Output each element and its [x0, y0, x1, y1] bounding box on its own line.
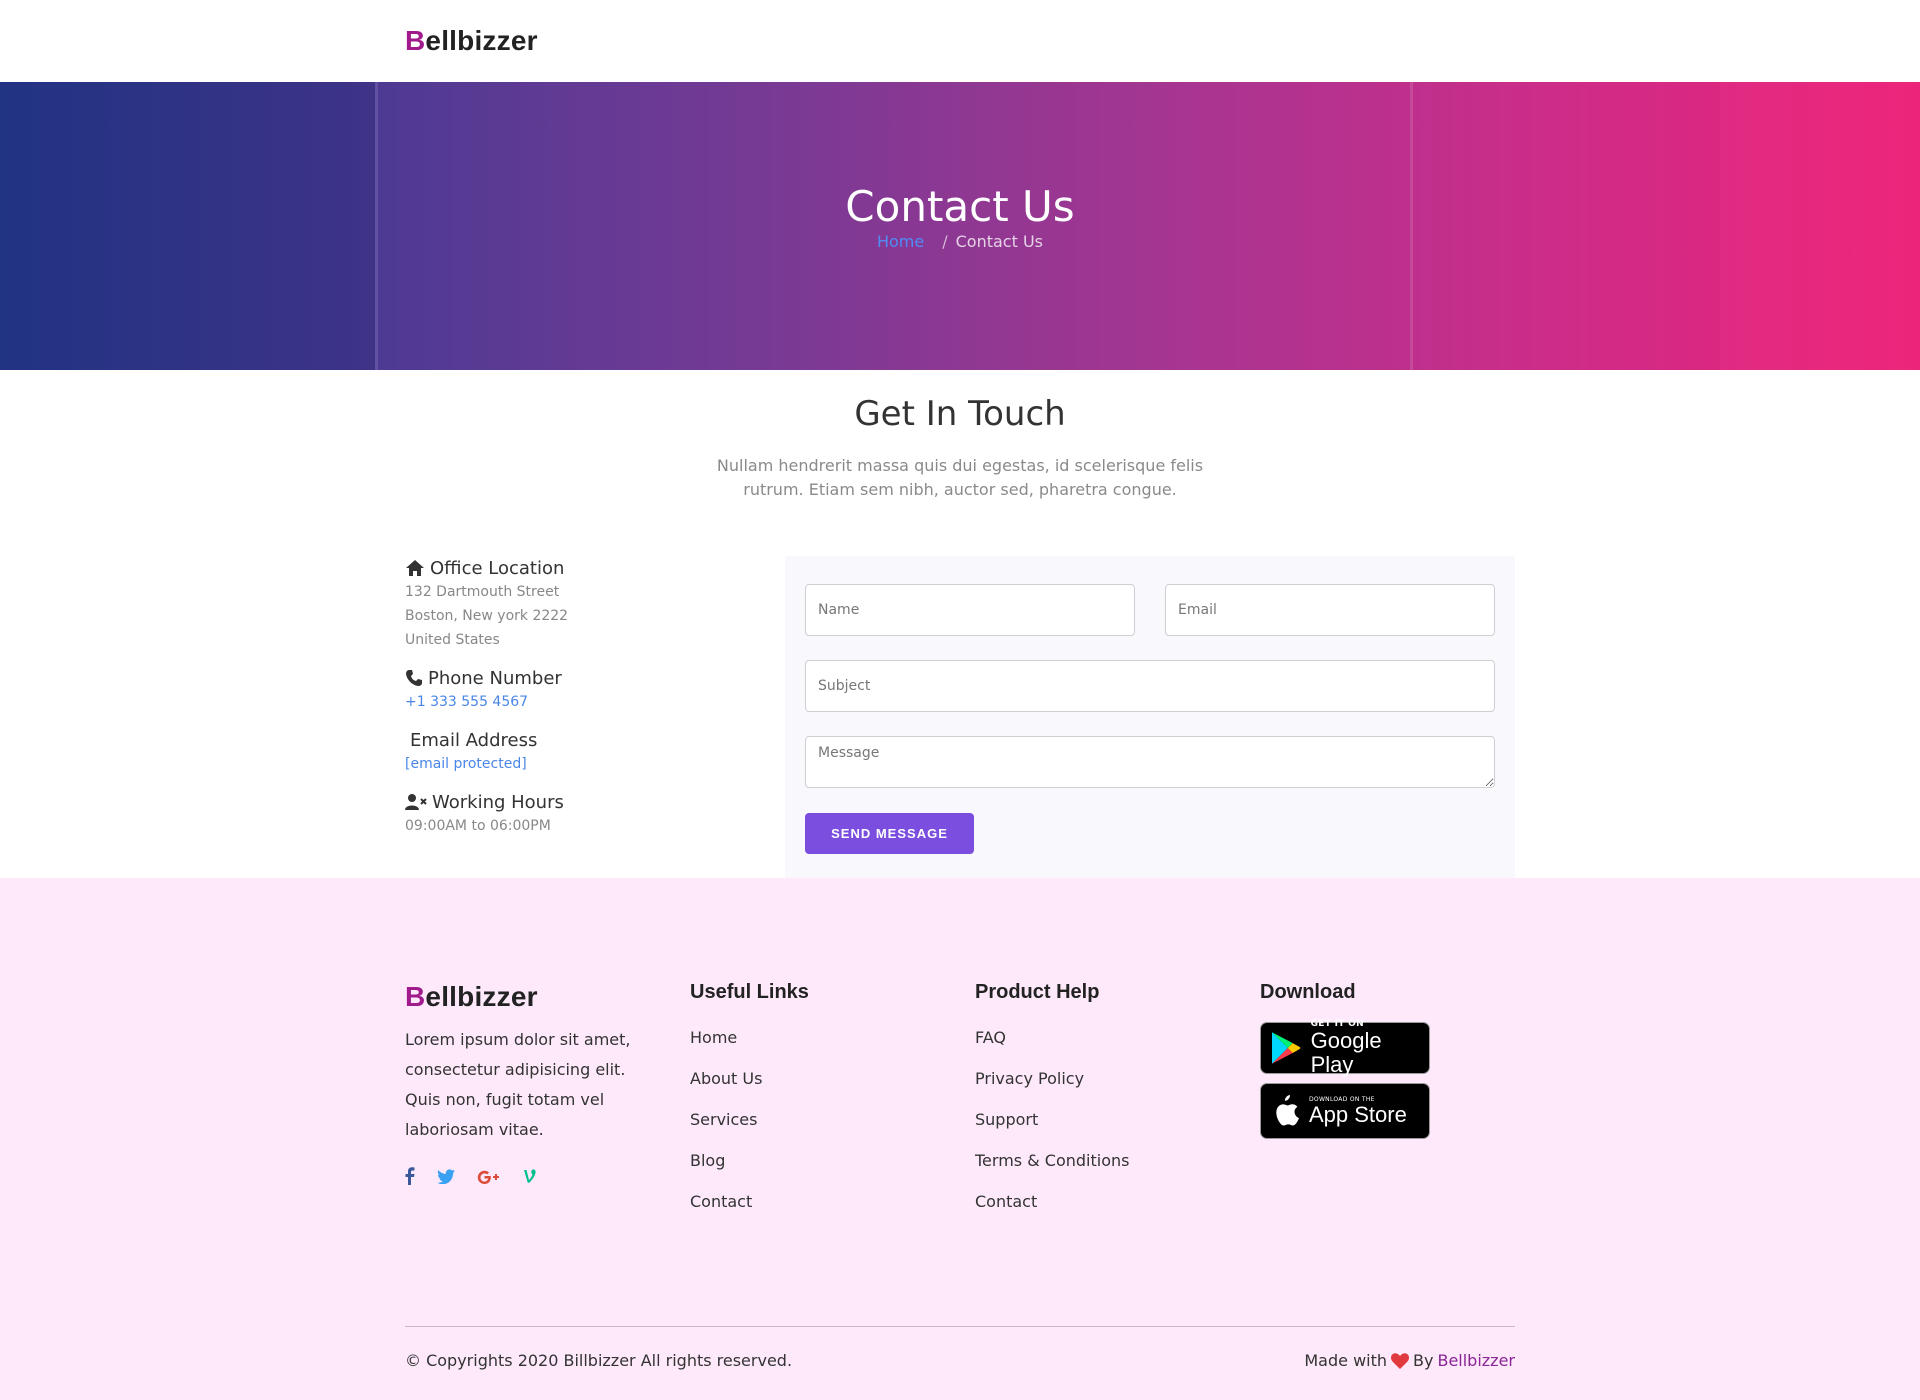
send-message-button[interactable]: SEND MESSAGE	[805, 813, 974, 854]
email-label: Email Address	[410, 729, 538, 751]
email-input[interactable]	[1165, 584, 1495, 636]
made-with-text: Made with	[1304, 1351, 1388, 1370]
product-help-column: Product Help FAQ Privacy Policy Support …	[975, 981, 1129, 1232]
made-with-credit: Made with By Bellbizzer	[1304, 1351, 1515, 1370]
subject-input[interactable]	[805, 660, 1495, 712]
contact-form: SEND MESSAGE	[785, 556, 1515, 878]
phone-icon	[406, 670, 422, 686]
section-title: Get In Touch	[854, 394, 1066, 434]
breadcrumb-separator: /	[942, 232, 948, 251]
footer-link-contact-help[interactable]: Contact	[975, 1192, 1037, 1211]
twitter-icon[interactable]	[437, 1168, 455, 1188]
footer-about-text: Lorem ipsum dolor sit amet, consectetur …	[405, 1030, 631, 1139]
footer-link-faq[interactable]: FAQ	[975, 1028, 1006, 1047]
page-title: Contact Us	[845, 182, 1075, 231]
download-column: Download GET IT ON Google Play DOWNLOAD …	[1260, 981, 1430, 1148]
breadcrumb: Home / Contact Us	[0, 232, 1920, 251]
footer-link-support[interactable]: Support	[975, 1110, 1038, 1129]
working-hours-value: 09:00AM to 06:00PM	[405, 818, 551, 834]
google-play-big-text: Google Play	[1310, 1028, 1382, 1077]
footer-about: Bellbizzer Lorem ipsum dolor sit amet, c…	[405, 981, 645, 1189]
useful-links-title: Useful Links	[690, 981, 809, 1003]
message-textarea[interactable]	[805, 736, 1495, 788]
facebook-icon[interactable]	[405, 1167, 415, 1189]
by-text: By	[1413, 1351, 1434, 1370]
brand-credit-link[interactable]: Bellbizzer	[1437, 1351, 1515, 1370]
app-store-badge[interactable]: DOWNLOAD ON THE App Store	[1260, 1083, 1430, 1139]
footer-link-privacy-policy[interactable]: Privacy Policy	[975, 1069, 1084, 1088]
breadcrumb-current: Contact Us	[955, 232, 1044, 251]
contact-section: Office Location 132 Dartmouth Street Bos…	[405, 556, 1515, 878]
site-footer: Bellbizzer Lorem ipsum dolor sit amet, c…	[0, 878, 1920, 1400]
footer-link-about-us[interactable]: About Us	[690, 1069, 762, 1088]
contact-info: Office Location 132 Dartmouth Street Bos…	[405, 556, 745, 852]
email-link[interactable]: [email protected]	[405, 756, 527, 772]
copyright-text: © Copyrights 2020 Billbizzer All rights …	[405, 1351, 793, 1370]
phone-block: Phone Number +1 333 555 4567	[405, 666, 745, 714]
office-address-line: 132 Dartmouth Street	[405, 584, 560, 600]
google-plus-icon[interactable]	[477, 1169, 501, 1188]
home-icon	[406, 560, 424, 576]
useful-links-column: Useful Links Home About Us Services Blog…	[690, 981, 809, 1232]
heart-icon	[1391, 1352, 1410, 1369]
working-hours-block: Working Hours 09:00AM to 06:00PM	[405, 790, 745, 838]
office-location-block: Office Location 132 Dartmouth Street Bos…	[405, 556, 745, 652]
social-links	[405, 1167, 645, 1189]
google-play-icon	[1271, 1032, 1301, 1064]
office-location-label: Office Location	[430, 557, 565, 579]
google-play-badge[interactable]: GET IT ON Google Play	[1260, 1019, 1430, 1077]
office-address-line: Boston, New york 2222	[405, 608, 569, 624]
product-help-title: Product Help	[975, 981, 1100, 1003]
footer-logo[interactable]: Bellbizzer	[405, 981, 538, 1012]
office-address-line: United States	[405, 632, 500, 648]
breadcrumb-home-link[interactable]: Home	[877, 232, 924, 251]
apple-icon	[1276, 1095, 1299, 1126]
footer-divider	[405, 1326, 1515, 1327]
phone-link[interactable]: +1 333 555 4567	[405, 694, 528, 710]
section-subtitle: Nullam hendrerit massa quis dui egestas,…	[716, 456, 1204, 499]
user-times-icon	[405, 794, 427, 810]
footer-link-services[interactable]: Services	[690, 1110, 757, 1129]
hero-banner: Contact Us Home / Contact Us	[0, 82, 1920, 370]
footer-link-blog[interactable]: Blog	[690, 1151, 725, 1170]
email-block: Email Address [email protected]	[405, 728, 745, 776]
logo[interactable]: Bellbizzer	[405, 25, 538, 57]
vine-icon[interactable]	[523, 1168, 537, 1188]
footer-link-home[interactable]: Home	[690, 1028, 737, 1047]
site-header: Bellbizzer	[0, 0, 1920, 82]
app-store-big-text: App Store	[1309, 1101, 1407, 1127]
footer-link-terms[interactable]: Terms & Conditions	[975, 1151, 1129, 1170]
footer-link-contact[interactable]: Contact	[690, 1192, 752, 1211]
name-input[interactable]	[805, 584, 1135, 636]
download-title: Download	[1260, 981, 1356, 1003]
working-hours-label: Working Hours	[432, 791, 564, 813]
phone-label: Phone Number	[428, 667, 562, 689]
